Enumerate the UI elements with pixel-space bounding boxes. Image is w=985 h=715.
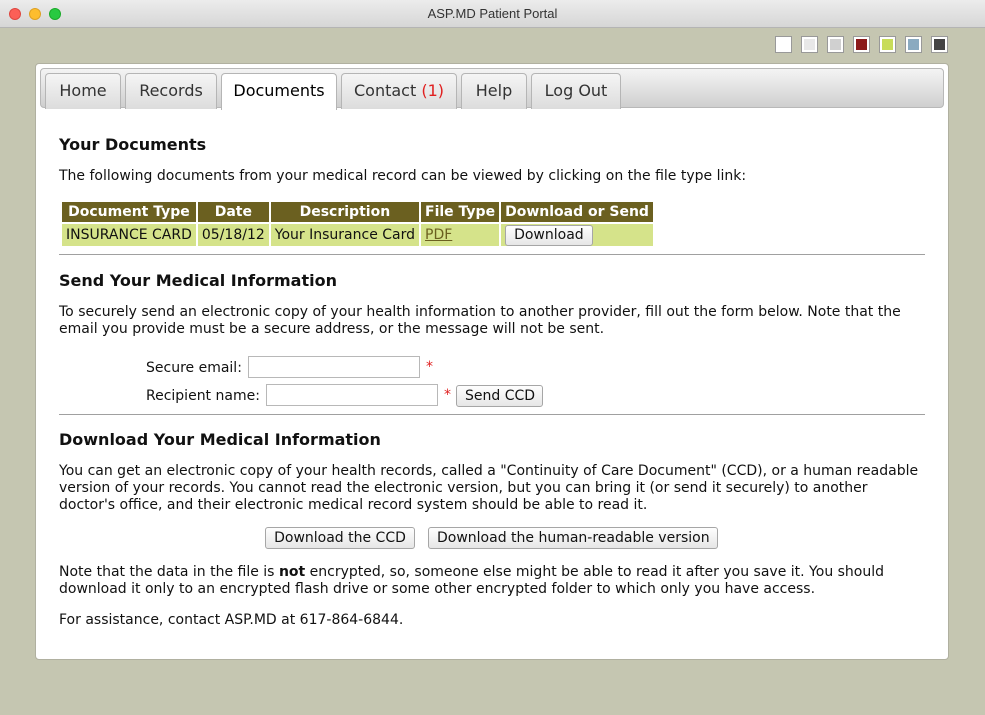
download-intro: You can get an electronic copy of your h… (59, 463, 919, 513)
column-header: Document Type (62, 202, 196, 222)
theme-swatch-white[interactable] (776, 37, 791, 52)
secure-email-input[interactable] (248, 356, 420, 378)
documents-intro: The following documents from your medica… (59, 168, 747, 184)
recipient-name-input[interactable] (266, 384, 438, 406)
note-text: Note that the data in the file is (59, 564, 279, 580)
tab-help[interactable]: Help (461, 73, 527, 109)
tab-label: Log Out (544, 81, 608, 100)
send-ccd-button[interactable]: Send CCD (456, 385, 543, 407)
contact-unread-badge: (1) (421, 81, 444, 100)
recipient-name-label: Recipient name: (146, 388, 260, 404)
tab-log-out[interactable]: Log Out (531, 73, 621, 109)
main-panel: Home Records Documents Contact (1) Help … (35, 63, 949, 660)
tab-label: Help (475, 81, 513, 100)
your-documents-heading: Your Documents (59, 135, 207, 154)
section-divider (59, 254, 925, 255)
theme-swatch-lime[interactable] (880, 37, 895, 52)
column-header: Download or Send (501, 202, 653, 222)
minimize-window-button[interactable] (29, 8, 41, 20)
theme-swatch-gray[interactable] (828, 37, 843, 52)
required-asterisk: * (426, 359, 433, 375)
tab-contact[interactable]: Contact (1) (341, 73, 457, 109)
table-row: INSURANCE CARD 05/18/12 Your Insurance C… (62, 224, 653, 246)
download-heading: Download Your Medical Information (59, 430, 381, 449)
send-intro: To securely send an electronic copy of y… (59, 304, 901, 337)
column-header: Description (270, 202, 420, 222)
zoom-window-button[interactable] (49, 8, 61, 20)
tab-bar: Home Records Documents Contact (1) Help … (40, 68, 944, 110)
document-type-cell: INSURANCE CARD (62, 224, 196, 246)
note-emphasis: not (278, 564, 306, 580)
required-asterisk: * (444, 387, 451, 403)
theme-swatch-light-gray[interactable] (802, 37, 817, 52)
document-description-cell: Your Insurance Card (270, 224, 420, 246)
documents-table: Document Type Date Description File Type… (60, 200, 655, 248)
section-divider (59, 414, 925, 415)
send-heading: Send Your Medical Information (59, 271, 337, 290)
theme-swatch-maroon[interactable] (854, 37, 869, 52)
tab-label: Contact (353, 81, 417, 100)
table-header-row: Document Type Date Description File Type… (62, 202, 653, 222)
tab-label: Documents (233, 81, 325, 100)
download-document-button[interactable]: Download (505, 224, 593, 246)
document-date-cell: 05/18/12 (197, 224, 269, 246)
pdf-link[interactable]: PDF (425, 227, 452, 243)
window-title: ASP.MD Patient Portal (427, 6, 558, 21)
theme-swatch-blue[interactable] (906, 37, 921, 52)
tab-records[interactable]: Records (125, 73, 217, 109)
theme-swatch-dark[interactable] (932, 37, 947, 52)
tab-label: Home (59, 81, 107, 100)
close-window-button[interactable] (9, 8, 21, 20)
tab-label: Records (139, 81, 203, 100)
file-type-cell: PDF (421, 224, 500, 246)
download-cell: Download (501, 224, 653, 246)
download-human-readable-button[interactable]: Download the human-readable version (428, 527, 718, 549)
encryption-note: Note that the data in the file is not en… (59, 564, 925, 598)
tab-documents[interactable]: Documents (221, 73, 337, 110)
window-titlebar: ASP.MD Patient Portal (0, 0, 985, 28)
tab-home[interactable]: Home (45, 73, 121, 109)
assistance-contact: For assistance, contact ASP.MD at 617-86… (59, 612, 404, 628)
download-ccd-button[interactable]: Download the CCD (265, 527, 415, 549)
column-header: Date (197, 202, 269, 222)
column-header: File Type (421, 202, 500, 222)
secure-email-label: Secure email: (146, 360, 242, 376)
